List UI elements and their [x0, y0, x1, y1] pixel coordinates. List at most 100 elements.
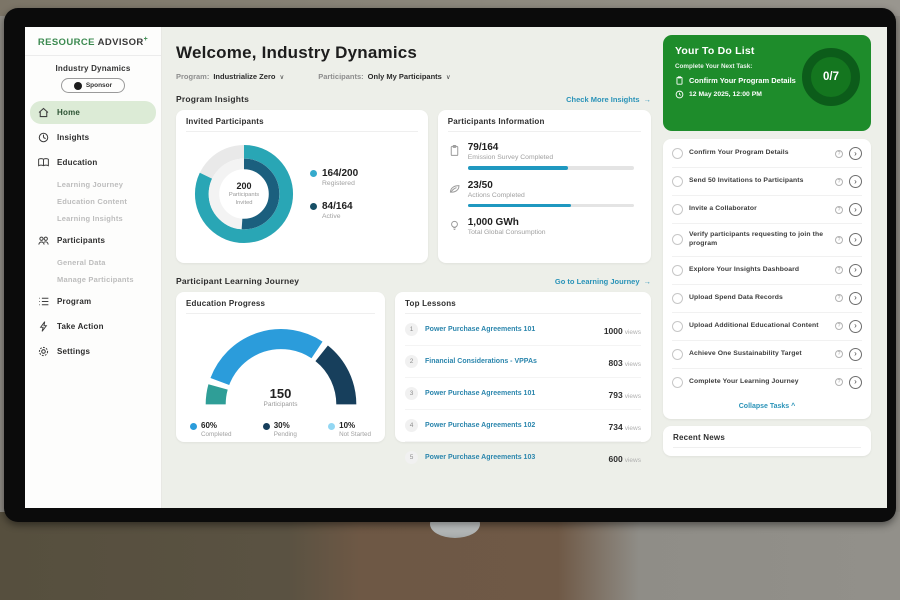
task-checkbox[interactable]	[672, 349, 683, 360]
sidebar-item-label: Settings	[57, 347, 90, 356]
app-logo: RESOURCE ADVISOR+	[25, 36, 161, 56]
todo-next-task: Confirm Your Program Details	[689, 76, 796, 85]
sidebar-item-learning-insights[interactable]: Learning Insights	[25, 210, 161, 227]
info-icon[interactable]: ?	[835, 378, 843, 386]
info-icon[interactable]: ?	[835, 350, 843, 358]
go-to-learning-journey-link[interactable]: Go to Learning Journey →	[555, 277, 651, 286]
lesson-link[interactable]: Power Purchase Agreements 103	[425, 454, 602, 461]
logo-advisor: ADVISOR	[98, 37, 144, 48]
gauge-center-label: Participants	[202, 401, 360, 408]
info-icon[interactable]: ?	[835, 322, 843, 330]
task-row[interactable]: Send 50 Invitations to Participants ? ›	[672, 167, 862, 195]
learning-journey-header: Participant Learning Journey Go to Learn…	[176, 276, 651, 286]
page-title: Welcome, Industry Dynamics	[176, 43, 651, 63]
task-checkbox[interactable]	[672, 204, 683, 215]
sidebar-item-learning-journey[interactable]: Learning Journey	[25, 176, 161, 193]
legend-pending: 30% Pending	[263, 421, 297, 438]
info-icon[interactable]: ?	[835, 206, 843, 214]
metric-value: 23/50	[468, 180, 641, 191]
legend-label: Active	[322, 213, 353, 220]
sidebar-item-label: Take Action	[57, 322, 104, 331]
info-icon[interactable]: ?	[835, 266, 843, 274]
todo-column: Your To Do List Complete Your Next Task:…	[663, 27, 887, 508]
recent-news-card: Recent News	[663, 426, 871, 456]
chevron-right-button[interactable]: ›	[849, 348, 862, 361]
lesson-row: 2 Financial Considerations - VPPAs 803vi…	[405, 346, 641, 378]
lesson-link[interactable]: Financial Considerations - VPPAs	[425, 358, 602, 365]
sidebar-item-participants[interactable]: Participants	[30, 229, 156, 252]
gear-icon	[37, 345, 50, 358]
lesson-link[interactable]: Power Purchase Agreements 101	[425, 326, 597, 333]
top-lessons-card: Top Lessons 1 Power Purchase Agreements …	[395, 292, 651, 442]
info-icon[interactable]: ?	[835, 294, 843, 302]
program-insights-header: Program Insights Check More Insights →	[176, 94, 651, 104]
program-icon	[37, 295, 50, 308]
legend-pct: 60%	[201, 421, 231, 430]
task-row[interactable]: Invite a Collaborator ? ›	[672, 195, 862, 223]
sidebar-item-manage-participants[interactable]: Manage Participants	[25, 271, 161, 288]
task-row[interactable]: Confirm Your Program Details ? ›	[672, 140, 862, 167]
sidebar-item-settings[interactable]: Settings	[30, 340, 156, 363]
chevron-right-button[interactable]: ›	[849, 233, 862, 246]
views-suffix: views	[625, 329, 641, 336]
task-checkbox[interactable]	[672, 293, 683, 304]
participants-filter-dropdown[interactable]: Participants: Only My Participants ∨	[318, 72, 450, 81]
task-label: Invite a Collaborator	[689, 205, 829, 214]
info-icon[interactable]: ?	[835, 178, 843, 186]
chevron-right-button[interactable]: ›	[849, 320, 862, 333]
filter-label: Program:	[176, 72, 209, 81]
task-row[interactable]: Verify participants requesting to join t…	[672, 223, 862, 256]
task-row[interactable]: Achieve One Sustainability Target ? ›	[672, 340, 862, 368]
card-title: Education Progress	[186, 299, 375, 314]
sidebar-item-insights[interactable]: Insights	[30, 126, 156, 149]
task-row[interactable]: Complete Your Learning Journey ? ›	[672, 368, 862, 396]
task-row[interactable]: Upload Spend Data Records ? ›	[672, 284, 862, 312]
chevron-right-button[interactable]: ›	[849, 203, 862, 216]
task-checkbox[interactable]	[672, 377, 683, 388]
task-row[interactable]: Explore Your Insights Dashboard ? ›	[672, 256, 862, 284]
task-label: Upload Spend Data Records	[689, 294, 829, 303]
chevron-right-button[interactable]: ›	[849, 376, 862, 389]
participants-information-card: Participants Information 79/164 Emission…	[438, 110, 651, 263]
progress-bar	[468, 166, 634, 170]
task-label: Verify participants requesting to join t…	[689, 231, 829, 249]
chevron-right-button[interactable]: ›	[849, 264, 862, 277]
collapse-label: Collapse Tasks	[739, 403, 789, 410]
task-row[interactable]: Upload Additional Educational Content ? …	[672, 312, 862, 340]
task-label: Complete Your Learning Journey	[689, 378, 829, 387]
rank-badge: 4	[405, 419, 418, 432]
chevron-right-button[interactable]: ›	[849, 175, 862, 188]
task-checkbox[interactable]	[672, 148, 683, 159]
sidebar-item-program[interactable]: Program	[30, 290, 156, 313]
program-filter-dropdown[interactable]: Program: Industrialize Zero ∨	[176, 72, 284, 81]
sidebar-item-education-content[interactable]: Education Content	[25, 193, 161, 210]
lesson-link[interactable]: Power Purchase Agreements 102	[425, 422, 602, 429]
legend-value: 84/164	[322, 201, 353, 212]
survey-clipboard-icon	[448, 144, 461, 157]
lesson-row: 3 Power Purchase Agreements 101 793views	[405, 378, 641, 410]
chevron-right-button[interactable]: ›	[849, 147, 862, 160]
legend-active: 84/164 Active	[310, 201, 358, 220]
check-more-insights-link[interactable]: Check More Insights →	[566, 95, 651, 104]
legend-dot	[263, 423, 270, 430]
sidebar-item-home[interactable]: Home	[30, 101, 156, 124]
task-checkbox[interactable]	[672, 234, 683, 245]
legend-registered: 164/200 Registered	[310, 168, 358, 187]
task-checkbox[interactable]	[672, 176, 683, 187]
collapse-tasks-link[interactable]: Collapse Tasks ^	[672, 396, 862, 418]
insights-icon	[37, 131, 50, 144]
sidebar-item-education[interactable]: Education	[30, 151, 156, 174]
info-icon[interactable]: ?	[835, 150, 843, 158]
sidebar-item-label: Home	[57, 108, 80, 117]
task-checkbox[interactable]	[672, 265, 683, 276]
metric-value: 1,000 GWh	[468, 217, 641, 228]
info-icon[interactable]: ?	[835, 236, 843, 244]
sidebar-item-take-action[interactable]: Take Action	[30, 315, 156, 338]
task-checkbox[interactable]	[672, 321, 683, 332]
card-title: Top Lessons	[405, 299, 641, 314]
chevron-right-button[interactable]: ›	[849, 292, 862, 305]
lesson-link[interactable]: Power Purchase Agreements 101	[425, 390, 602, 397]
legend-dot	[310, 203, 317, 210]
views-count: 1000	[604, 326, 623, 336]
sidebar-item-general-data[interactable]: General Data	[25, 254, 161, 271]
